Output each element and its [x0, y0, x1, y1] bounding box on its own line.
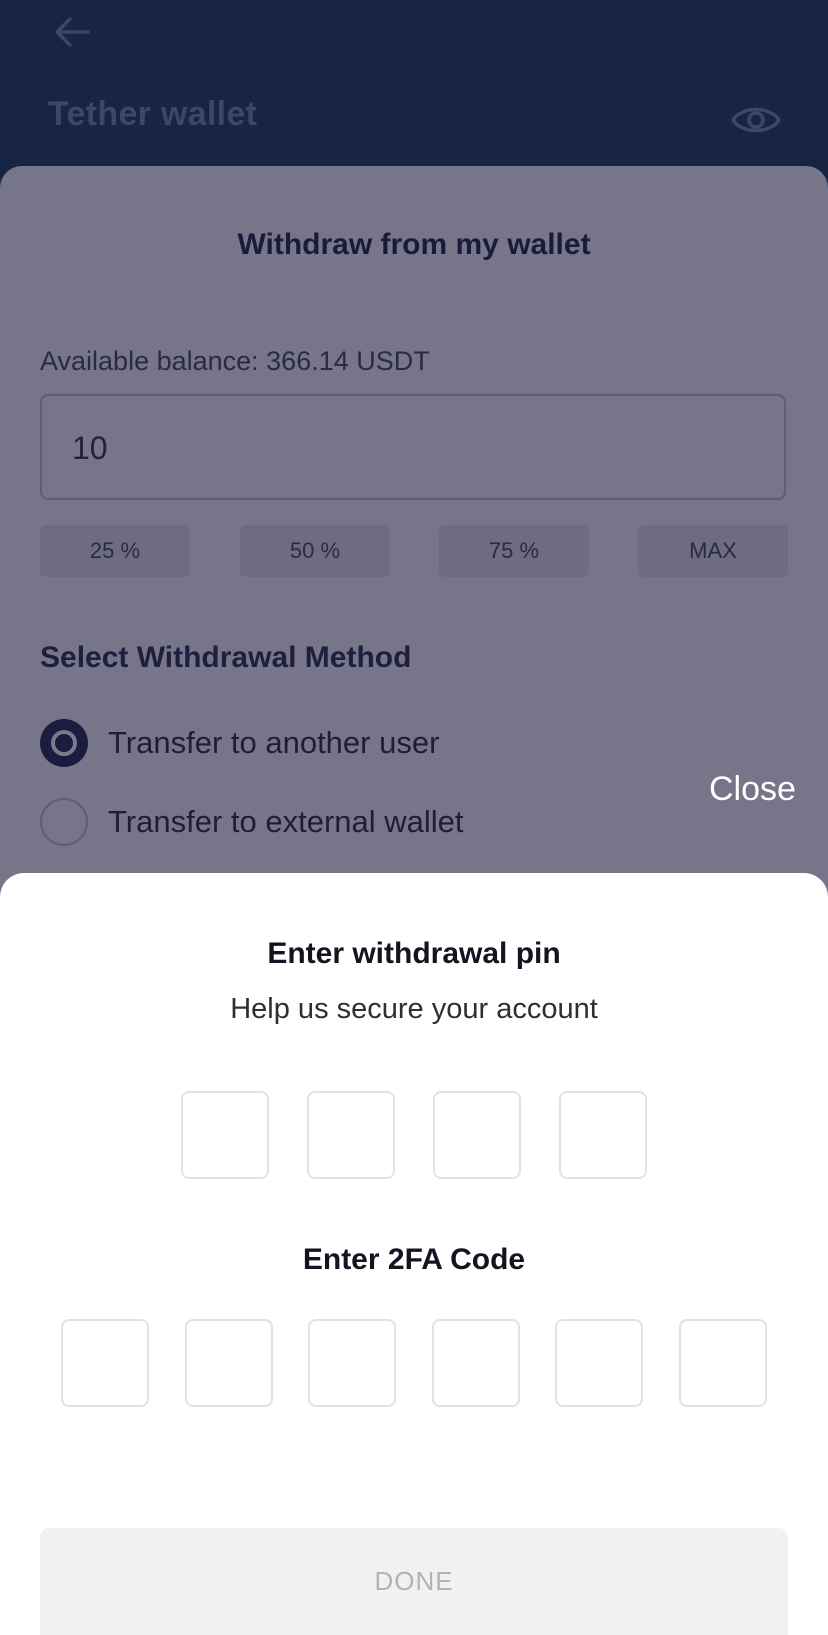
quick-amount-25-button[interactable]: 25 %	[40, 525, 190, 577]
twofa-digit-4[interactable]	[432, 1319, 520, 1407]
method-option-external-wallet[interactable]: Transfer to external wallet	[40, 798, 464, 846]
twofa-digit-6[interactable]	[679, 1319, 767, 1407]
twofa-digit-1[interactable]	[61, 1319, 149, 1407]
pin-modal: Enter withdrawal pin Help us secure your…	[0, 873, 828, 1635]
method-label: Transfer to external wallet	[108, 804, 464, 839]
quick-amount-75-button[interactable]: 75 %	[439, 525, 589, 577]
radio-unselected-icon[interactable]	[40, 798, 88, 846]
method-option-another-user[interactable]: Transfer to another user	[40, 719, 439, 767]
method-label: Transfer to another user	[108, 725, 440, 760]
eye-icon	[731, 107, 781, 133]
pin-modal-subtitle: Help us secure your account	[230, 993, 598, 1025]
twofa-digit-5[interactable]	[555, 1319, 643, 1407]
twofa-digit-2[interactable]	[185, 1319, 273, 1407]
pin-digit-1[interactable]	[181, 1091, 269, 1179]
back-button[interactable]	[50, 10, 94, 54]
available-balance: Available balance: 366.14 USDT	[40, 346, 430, 376]
twofa-title: Enter 2FA Code	[302, 1243, 526, 1276]
app-header: Tether wallet	[0, 0, 828, 180]
pin-digit-4[interactable]	[559, 1091, 647, 1179]
amount-input[interactable]: 10	[40, 394, 786, 500]
pin-modal-title: Enter withdrawal pin	[267, 937, 561, 970]
withdrawal-method-heading: Select Withdrawal Method	[40, 641, 412, 674]
withdraw-title: Withdraw from my wallet	[237, 228, 591, 261]
arrow-left-icon	[55, 17, 90, 47]
pin-digit-3[interactable]	[433, 1091, 521, 1179]
radio-selected-icon[interactable]	[40, 719, 88, 767]
quick-amount-50-button[interactable]: 50 %	[240, 525, 390, 577]
toggle-visibility-button[interactable]	[728, 98, 784, 142]
done-button[interactable]: DONE	[40, 1528, 788, 1635]
wallet-title: Tether wallet	[48, 95, 258, 133]
quick-amount-max-button[interactable]: MAX	[638, 525, 788, 577]
amount-value: 10	[72, 430, 108, 466]
twofa-digit-3[interactable]	[308, 1319, 396, 1407]
close-button[interactable]: Close	[709, 770, 796, 809]
pin-digit-2[interactable]	[307, 1091, 395, 1179]
